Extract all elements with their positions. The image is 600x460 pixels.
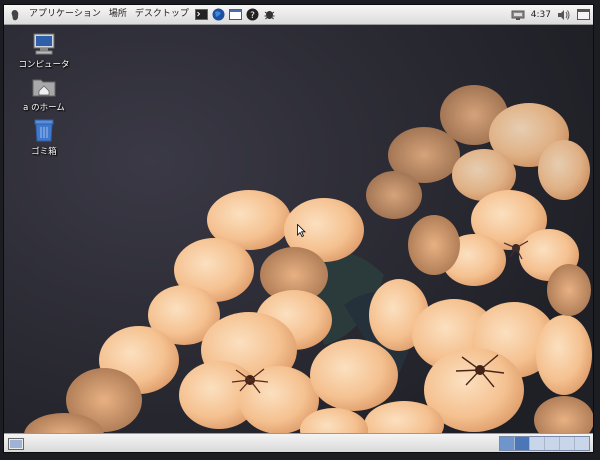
help-icon[interactable]: ? [246,8,259,21]
applications-menu[interactable]: アプリケーション [25,5,105,24]
network-icon[interactable] [511,9,525,21]
desktop-menu[interactable]: デスクトップ [131,5,193,24]
computer-icon [33,33,55,55]
desktop-icon-trash[interactable]: ゴミ箱 [12,117,76,157]
desktop-icon-computer[interactable]: コンピュータ [12,32,76,70]
show-desktop-icon[interactable] [8,437,24,450]
workspace-3[interactable] [530,437,545,450]
desktop-icon-home[interactable]: a のホーム [12,75,76,113]
main-menu-bar: アプリケーション 場所 デスクトップ [25,5,193,24]
file-manager-icon[interactable] [228,8,242,21]
system-tray: 4:37 [508,5,593,24]
svg-text:?: ? [250,11,255,21]
desktop-icon-label: ゴミ箱 [31,147,57,157]
volume-icon[interactable] [557,9,571,21]
clock[interactable]: 4:37 [531,10,551,20]
workspace-2[interactable] [515,437,530,450]
mouse-pointer-icon [297,224,306,237]
places-menu[interactable]: 場所 [105,5,131,24]
gnome-foot-icon[interactable] [8,8,22,22]
home-folder-icon [32,79,56,97]
top-panel: アプリケーション 場所 デスクトップ ? 4:37 [4,5,593,25]
desktop-icon-label: コンピュータ [18,60,70,70]
window-list-icon[interactable] [577,9,590,20]
trash-icon [34,119,54,142]
workspace-1[interactable] [500,437,515,450]
workspace-5[interactable] [560,437,575,450]
bug-report-icon[interactable] [263,8,276,21]
desktop-screen: アプリケーション 場所 デスクトップ ? 4:37 コンピュータ a のホーム … [4,5,593,452]
workspace-switcher [499,436,590,451]
desktop-icon-label: a のホーム [23,103,65,113]
workspace-4[interactable] [545,437,560,450]
workspace-6[interactable] [575,437,589,450]
web-browser-icon[interactable] [212,8,225,21]
terminal-icon[interactable] [194,8,208,21]
bottom-panel [4,433,593,452]
